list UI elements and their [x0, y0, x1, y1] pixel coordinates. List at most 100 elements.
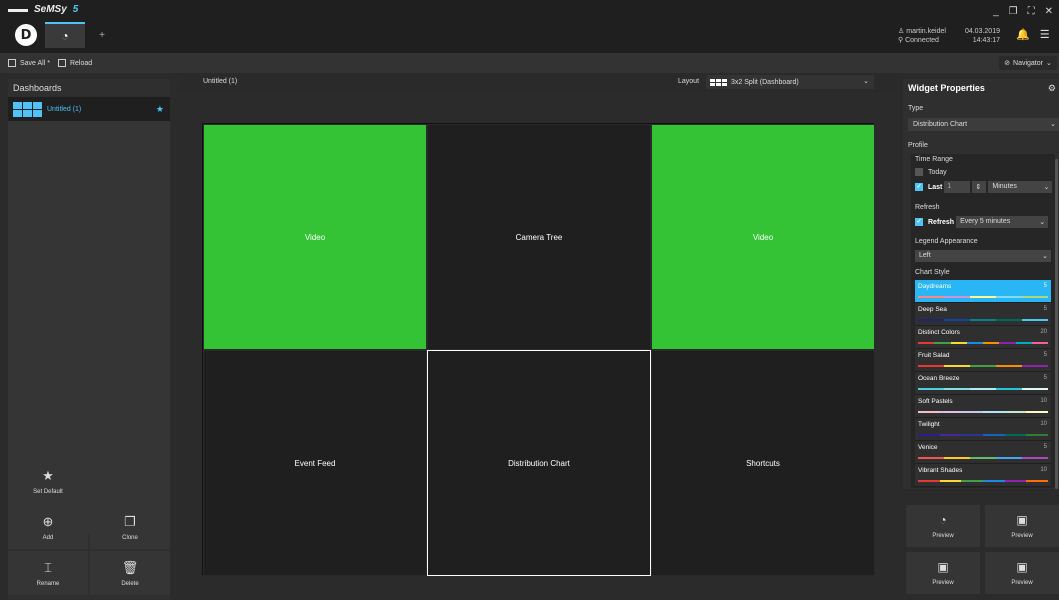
layout-grid-icon — [710, 78, 727, 86]
delete-label: Delete — [121, 580, 139, 587]
rename-button[interactable]: ⌶ Rename — [8, 551, 88, 595]
clone-label: Clone — [122, 534, 138, 541]
color-swatch — [918, 342, 935, 344]
widget-cell-shortcuts[interactable]: Shortcuts — [651, 350, 875, 576]
preview-button-3[interactable]: ▣ Preview — [906, 552, 980, 594]
color-swatch — [996, 457, 1022, 459]
trash-icon: 🗑 — [121, 559, 139, 575]
checkbox-checked-icon[interactable]: ✓ — [915, 218, 923, 226]
chart-style-item[interactable]: Distinct Colors 20 — [915, 326, 1051, 349]
refresh-interval-select[interactable]: Every 5 minutes ⌄ — [956, 216, 1049, 228]
last-unit-select[interactable]: Minutes ⌄ — [988, 181, 1053, 193]
legend-select[interactable]: Left ⌄ — [915, 250, 1051, 262]
app-version: 5 — [72, 4, 79, 15]
fullscreen-icon[interactable]: ⛶ — [1028, 6, 1035, 17]
chart-style-name: Fruit Salad — [918, 352, 950, 359]
favorite-star-icon[interactable]: ★ — [156, 104, 164, 115]
color-swatch — [970, 388, 996, 390]
user-icon: ♙ — [898, 28, 907, 35]
color-swatch — [950, 342, 967, 344]
preview-button-2[interactable]: ▣ Preview — [985, 505, 1059, 547]
message-icon[interactable]: ☰ — [1040, 28, 1050, 41]
reload-label: Reload — [69, 59, 93, 67]
chart-style-item[interactable]: Twilight 10 — [915, 418, 1051, 441]
tab-active-workspace[interactable]: ◔ — [45, 22, 85, 48]
widget-cell-video-2[interactable]: Video — [651, 124, 875, 350]
color-swatch — [961, 480, 984, 482]
color-swatch — [983, 411, 1005, 413]
date: 04.03.2019 — [964, 28, 1000, 35]
layout-label: Layout — [678, 78, 700, 85]
today-checkbox[interactable]: Today — [915, 168, 947, 176]
preview-button-4[interactable]: ▣ Preview — [985, 552, 1059, 594]
save-all-button[interactable]: Save All * — [8, 59, 50, 67]
properties-scrollbar[interactable] — [1055, 159, 1058, 489]
chevron-down-icon: ⌄ — [1045, 60, 1052, 67]
color-swatch — [1022, 296, 1048, 298]
widget-properties-title: Widget Properties — [908, 83, 985, 93]
chevron-down-icon: ⌄ — [1050, 121, 1056, 128]
chevron-down-icon: ⌄ — [863, 78, 869, 85]
color-swatch — [1022, 457, 1048, 459]
chart-style-item[interactable]: Soft Pastels 10 — [915, 395, 1051, 418]
widget-cell-event-feed[interactable]: Event Feed — [203, 350, 427, 576]
last-value-input[interactable]: 1 — [944, 181, 971, 193]
title-bar: ▬▬ SeMSy 5 D ◔ + ♙ martin.keidel ⚲ Connec… — [0, 0, 1059, 53]
color-swatch — [934, 342, 951, 344]
chart-style-name: Twilight — [918, 421, 940, 428]
color-swatch — [918, 388, 944, 390]
reload-button[interactable]: Reload — [57, 59, 93, 67]
widget-label: Video — [304, 232, 326, 242]
color-swatch-bar — [918, 388, 1048, 390]
close-icon[interactable]: ✕ — [1045, 6, 1053, 17]
user-info[interactable]: ♙ martin.keidel ⚲ Connected — [898, 27, 946, 45]
minimize-icon[interactable]: _ — [993, 6, 999, 17]
tab-dashboard-editor[interactable]: D — [10, 22, 42, 48]
color-swatch — [939, 480, 962, 482]
rename-icon: ⌶ — [44, 559, 52, 575]
chevron-down-icon: ⌄ — [1039, 219, 1046, 226]
profile-label: Profile — [908, 142, 928, 149]
chart-style-count: 5 — [1043, 375, 1047, 381]
chart-style-item[interactable]: Venice 5 — [915, 441, 1051, 464]
notification-icon[interactable]: 🔔 — [1016, 28, 1030, 41]
chart-style-item[interactable]: Ocean Breeze 5 — [915, 372, 1051, 395]
color-swatch — [1026, 480, 1049, 482]
star-icon: ★ — [42, 467, 54, 483]
widget-label: Shortcuts — [746, 458, 780, 468]
top-actions: 🔔 ☰ — [1016, 28, 1050, 41]
widget-label: Distribution Chart — [508, 458, 570, 468]
preview-button-1[interactable]: ◔ Preview — [906, 505, 980, 547]
chart-style-label: Chart Style — [915, 269, 950, 276]
color-swatch — [966, 342, 983, 344]
chart-style-item[interactable]: Vibrant Shades 10 — [915, 464, 1051, 487]
widget-cell-camera-tree[interactable]: Camera Tree — [427, 124, 651, 350]
gear-icon[interactable]: ⚙ — [1048, 83, 1056, 94]
chart-style-item[interactable]: Deep Sea 5 — [915, 303, 1051, 326]
layout-select[interactable]: 3x2 Split (Dashboard) ⌄ — [706, 75, 874, 89]
chart-style-item[interactable]: Daydreams 5 — [915, 280, 1051, 303]
set-default-button[interactable]: ★ Set Default — [8, 459, 88, 503]
color-swatch — [1004, 480, 1027, 482]
color-swatch — [918, 365, 944, 367]
chart-style-name: Ocean Breeze — [918, 375, 960, 382]
color-swatch — [996, 296, 1022, 298]
connection-status: Connected — [905, 37, 939, 44]
color-swatch — [944, 319, 970, 321]
navigator-button[interactable]: ⊘ Navigator ⌄ — [999, 56, 1057, 70]
spinner-icon[interactable]: ⇕ — [972, 181, 987, 193]
restore-icon[interactable]: ❐ — [1009, 6, 1018, 17]
delete-button[interactable]: 🗑 Delete — [90, 551, 170, 595]
dashboard-item[interactable]: Untitled (1) ★ — [8, 97, 170, 121]
chart-style-item[interactable]: Fruit Salad 5 — [915, 349, 1051, 372]
new-tab-button[interactable]: + — [92, 22, 112, 48]
dashboard-canvas: Video Camera Tree Video Event Feed Distr… — [202, 123, 875, 576]
add-button[interactable]: ⊕ Add — [8, 505, 88, 549]
color-swatch — [1026, 411, 1049, 413]
clone-button[interactable]: ❐ Clone — [90, 505, 170, 549]
type-select[interactable]: Distribution Chart ⌄ — [908, 118, 1059, 131]
widget-cell-video-1[interactable]: Video — [203, 124, 427, 350]
chart-style-name: Soft Pastels — [918, 398, 953, 405]
checkbox-checked-icon[interactable]: ✓ — [915, 183, 923, 191]
widget-cell-distribution-chart[interactable]: Distribution Chart — [427, 350, 651, 576]
